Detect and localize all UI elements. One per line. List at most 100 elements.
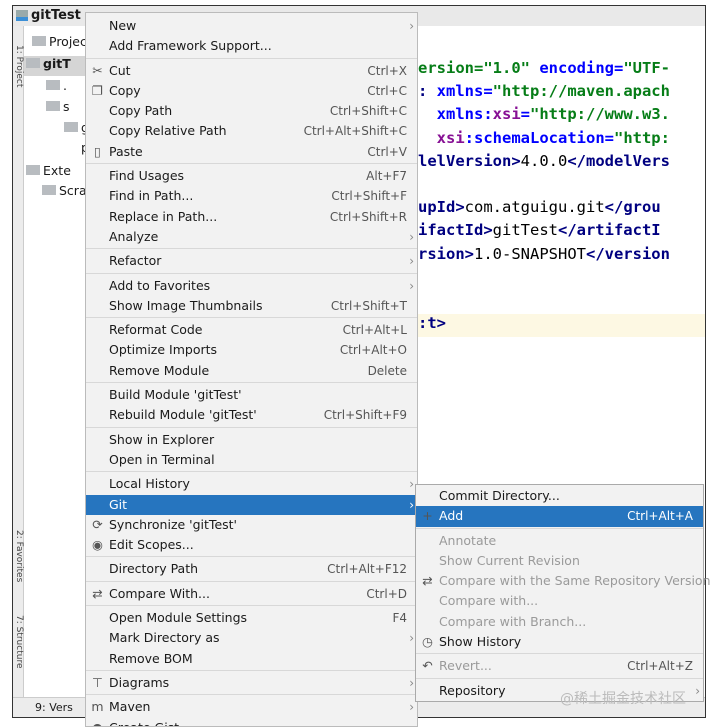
menu-item-compare-with-branch[interactable]: Compare with Branch...	[416, 612, 703, 632]
menu-item-open-module-settings[interactable]: Open Module Settings F4	[86, 608, 417, 628]
menu-item-show-history[interactable]: ◷ Show History	[416, 632, 703, 652]
code-token: com.atguigu.git	[464, 198, 605, 217]
context-menu: New › Add Framework Support... ✂ Cut Ctrl+X ❐ C…	[85, 12, 418, 727]
menu-item-show-image-thumbnails[interactable]: Show Image Thumbnails Ctrl+Shift+T	[86, 296, 417, 316]
menu-item-copy[interactable]: ❐ Copy Ctrl+C	[86, 81, 417, 101]
code-token: xsi	[418, 128, 465, 147]
code-line: ersion="1.0" encoding="UTF-	[418, 57, 670, 80]
code-token: 4.0.0	[520, 151, 568, 170]
code-token: "http://maven.apach	[492, 82, 670, 101]
menu-item-refactor[interactable]: Refactor ›	[86, 251, 417, 271]
menu-item-compare-with-the-same-repository-version[interactable]: ⇄ Compare with the Same Repository Versio…	[416, 571, 710, 591]
code-token: :schemaLocation=	[464, 128, 614, 147]
menu-item-show-in-explorer[interactable]: Show in Explorer	[86, 430, 417, 450]
menu-item-new[interactable]: New ›	[86, 16, 417, 36]
code-line: xmlns:xsi="http://www.w3.	[418, 103, 670, 126]
version-control-tab[interactable]: 9: Vers	[35, 701, 73, 714]
menu-item-copy-path[interactable]: Copy Path Ctrl+Shift+C	[86, 101, 417, 121]
menu-item-analyze[interactable]: Analyze ›	[86, 227, 417, 247]
menu-item-label: Diagrams	[109, 674, 170, 690]
folder-icon	[46, 101, 60, 111]
structure-tool-tab[interactable]: 7: Structure	[14, 615, 24, 669]
shortcut: Ctrl+Alt+Z	[627, 659, 693, 674]
menu-item-label: Directory Path	[109, 561, 199, 577]
watermark: @稀土掘金技术社区	[560, 691, 686, 707]
menu-item-replace-in-path[interactable]: Replace in Path... Ctrl+Shift+R	[86, 207, 417, 227]
project-tool-tab[interactable]: 1: Project	[14, 45, 24, 97]
compare-icon: ⇄	[92, 585, 103, 601]
menu-item-label: Edit Scopes...	[109, 537, 194, 553]
menu-item-label: Maven	[109, 699, 151, 715]
menu-item-mark-directory-as[interactable]: Mark Directory as ›	[86, 628, 417, 648]
code-token: xsi	[492, 105, 521, 124]
shortcut: Ctrl+C	[367, 83, 407, 98]
shortcut: Ctrl+Shift+F	[331, 189, 407, 204]
menu-item-rebuild-module-gittest[interactable]: Rebuild Module 'gitTest' Ctrl+Shift+F9	[86, 405, 417, 425]
menu-item-compare-with[interactable]: ⇄ Compare With... Ctrl+D	[86, 584, 417, 604]
menu-item-git[interactable]: Git ›	[86, 494, 417, 515]
tree-node-label: gitT	[43, 56, 71, 71]
menu-item-label: Compare with Branch...	[439, 613, 587, 629]
menu-item-add[interactable]: + Add Ctrl+Alt+A	[416, 506, 703, 527]
menu-item-label: Show History	[439, 634, 522, 650]
menu-item-label: Build Module 'gitTest'	[109, 387, 242, 403]
menu-item-label: Open Module Settings	[109, 610, 248, 626]
menu-item-compare-with[interactable]: Compare with...	[416, 591, 703, 611]
menu-item-remove-bom[interactable]: Remove BOM	[86, 649, 417, 669]
menu-item-show-current-revision[interactable]: Show Current Revision	[416, 551, 703, 571]
menu-item-add-to-favorites[interactable]: Add to Favorites ›	[86, 276, 417, 296]
menu-item-build-module-gittest[interactable]: Build Module 'gitTest'	[86, 385, 417, 405]
menu-item-paste[interactable]: ▯ Paste Ctrl+V	[86, 142, 417, 162]
menu-item-reformat-code[interactable]: Reformat Code Ctrl+Alt+L	[86, 320, 417, 340]
menu-item-cut[interactable]: ✂ Cut Ctrl+X	[86, 61, 417, 81]
menu-item-commit-directory[interactable]: Commit Directory...	[416, 486, 703, 506]
menu-item-annotate[interactable]: Annotate	[416, 531, 703, 551]
code-token: :	[418, 82, 437, 101]
menu-item-label: Remove Module	[109, 362, 210, 378]
favorites-tool-tab[interactable]: 2: Favorites	[14, 530, 24, 582]
code-token: encoding=	[539, 59, 624, 77]
shortcut: Ctrl+X	[367, 63, 407, 78]
menu-item-find-usages[interactable]: Find Usages Alt+F7	[86, 166, 417, 186]
menu-item-revert[interactable]: ↶ Revert... Ctrl+Alt+Z	[416, 656, 703, 676]
code-token: </grou	[604, 198, 661, 217]
menu-item-add-framework-support[interactable]: Add Framework Support...	[86, 36, 417, 56]
code-token: 1.0-SNAPSHOT	[474, 244, 586, 263]
menu-item-directory-path[interactable]: Directory Path Ctrl+Alt+F12	[86, 559, 417, 579]
code-token: "http:	[613, 128, 670, 147]
menu-item-label: Copy	[109, 82, 141, 98]
menu-item-edit-scopes[interactable]: ◉ Edit Scopes...	[86, 535, 417, 555]
menu-item-label: Synchronize 'gitTest'	[109, 516, 237, 532]
menu-item-remove-module[interactable]: Remove Module Delete	[86, 361, 417, 381]
shortcut: Ctrl+V	[367, 144, 407, 159]
clock-icon: ◷	[422, 634, 433, 650]
menu-item-label: Show Image Thumbnails	[109, 297, 263, 313]
shortcut: Ctrl+Shift+R	[329, 209, 407, 224]
libraries-icon	[26, 165, 40, 175]
chevron-right-icon: ›	[409, 675, 414, 690]
scissors-icon: ✂	[92, 62, 103, 78]
current-line-highlight	[418, 314, 705, 337]
chevron-right-icon: ›	[409, 631, 414, 646]
menu-item-local-history[interactable]: Local History ›	[86, 474, 417, 494]
menu-item-open-in-terminal[interactable]: Open in Terminal	[86, 450, 417, 470]
menu-item-create-gist[interactable]: ● Create Gist...	[86, 718, 417, 727]
menu-item-label: Open in Terminal	[109, 451, 215, 467]
menu-item-diagrams[interactable]: ⊤ Diagrams ›	[86, 673, 417, 693]
menu-item-synchronize-gittest[interactable]: ⟳ Synchronize 'gitTest'	[86, 515, 417, 535]
menu-item-label: Create Gist...	[109, 719, 192, 727]
menu-item-copy-relative-path[interactable]: Copy Relative Path Ctrl+Alt+Shift+C	[86, 121, 417, 141]
menu-item-optimize-imports[interactable]: Optimize Imports Ctrl+Alt+O	[86, 340, 417, 360]
menu-item-label: Paste	[109, 143, 143, 159]
diagram-icon: ⊤	[92, 674, 103, 690]
shortcut: Ctrl+Alt+O	[339, 343, 407, 358]
shortcut: Ctrl+Shift+T	[330, 298, 407, 313]
menu-item-maven[interactable]: m Maven ›	[86, 697, 417, 717]
shortcut: Ctrl+Alt+F12	[327, 562, 407, 577]
code-line: ifactId>gitTest</artifactI	[418, 219, 661, 242]
chevron-right-icon: ›	[409, 700, 414, 715]
menu-item-label: Show Current Revision	[439, 552, 580, 568]
menu-item-label: Compare with...	[439, 593, 539, 609]
menu-item-find-in-path[interactable]: Find in Path... Ctrl+Shift+F	[86, 186, 417, 206]
